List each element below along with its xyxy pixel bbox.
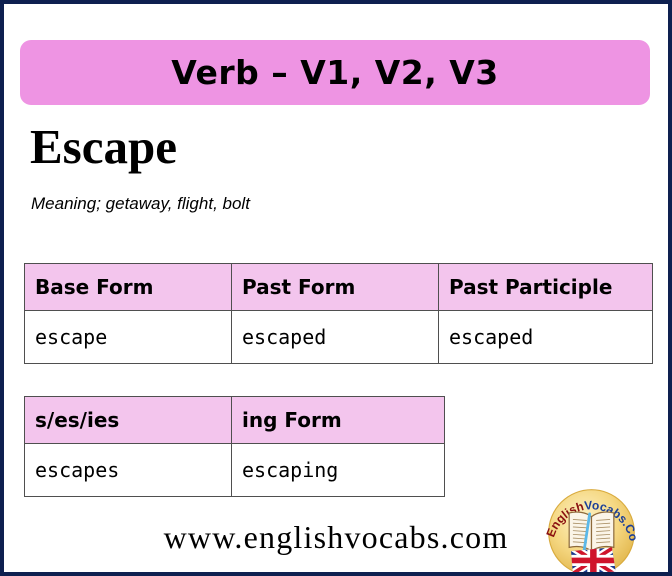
verb-inflections-table: s/es/ies ing Form escapes escaping <box>24 396 445 497</box>
banner-label: Verb – V1, V2, V3 <box>171 53 499 92</box>
table-row: escapes escaping <box>24 443 445 497</box>
page-title: Escape <box>30 119 177 174</box>
column-header-s-es-ies: s/es/ies <box>24 396 232 444</box>
cell-base-form: escape <box>24 310 232 364</box>
column-header-past-form: Past Form <box>231 263 439 311</box>
table-header-row: Base Form Past Form Past Participle <box>24 263 653 311</box>
verb-forms-table: Base Form Past Form Past Participle esca… <box>24 263 653 364</box>
column-header-past-participle: Past Participle <box>438 263 653 311</box>
column-header-base-form: Base Form <box>24 263 232 311</box>
cell-ing-form: escaping <box>231 443 445 497</box>
infographic-page: Verb – V1, V2, V3 Escape Meaning; getawa… <box>0 0 672 576</box>
cell-s-es-ies: escapes <box>24 443 232 497</box>
table-row: escape escaped escaped <box>24 310 653 364</box>
word-meaning: Meaning; getaway, flight, bolt <box>31 194 250 213</box>
cell-past-form: escaped <box>231 310 439 364</box>
englishvocabs-logo: EnglishVocabs.Com <box>545 486 638 572</box>
open-book-icon <box>568 511 615 553</box>
column-header-ing-form: ing Form <box>231 396 445 444</box>
verb-forms-banner: Verb – V1, V2, V3 <box>20 40 650 105</box>
table-header-row: s/es/ies ing Form <box>24 396 445 444</box>
cell-past-participle: escaped <box>438 310 653 364</box>
